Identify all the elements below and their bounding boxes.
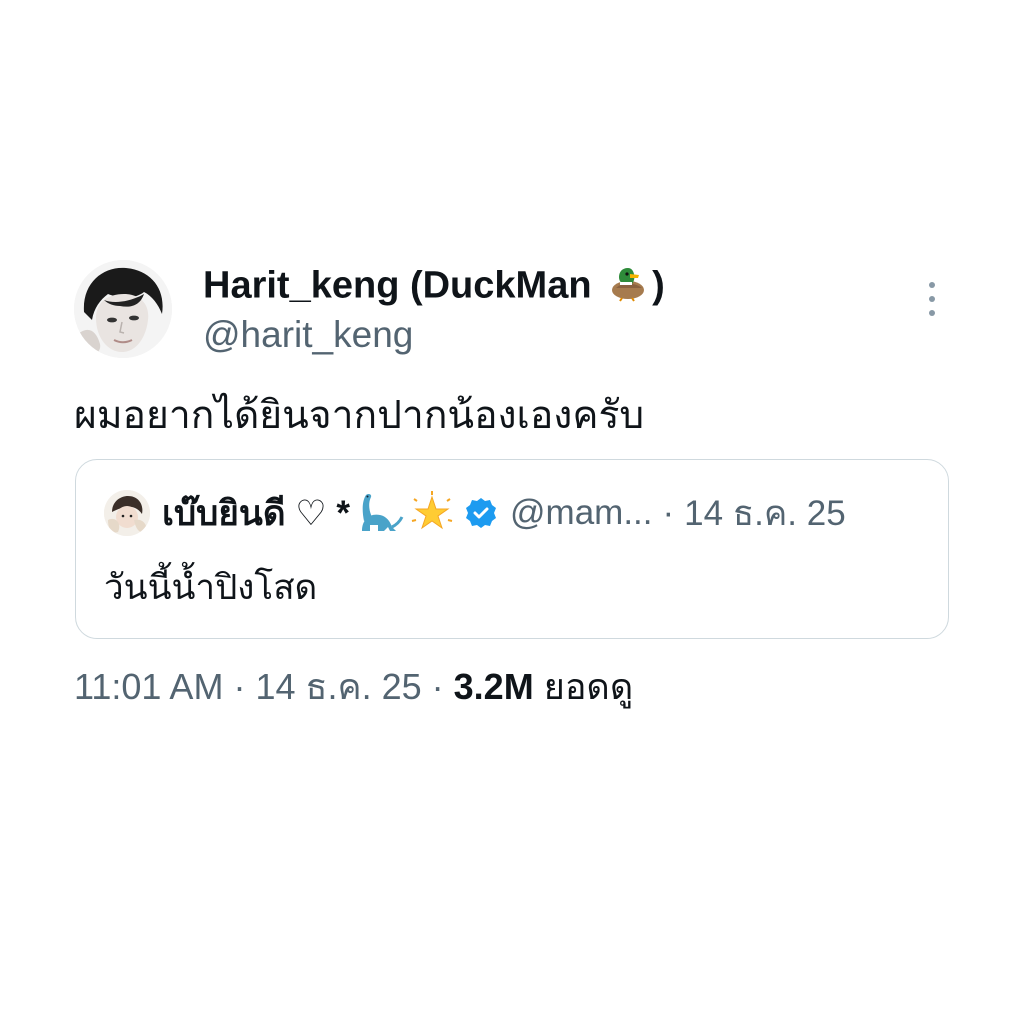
views-label: ยอดดู [543, 666, 634, 707]
quoted-text: วันนี้น้ำปิงโสด [104, 568, 318, 607]
duck-icon [608, 262, 648, 313]
tweet-meta: 11:01 AM · 14 ธ.ค. 25 · 3.2M ยอดดู [74, 664, 633, 710]
quoted-display-name[interactable]: เบ๊บยินดี ♡ * [162, 486, 350, 541]
glowing-star-icon [410, 491, 454, 535]
author-display-name[interactable]: Harit_keng (DuckMan ) [203, 262, 665, 313]
tweet-text: ผมอยากได้ยินจากปากน้องเองครับ [74, 394, 645, 437]
tweet-date[interactable]: 14 ธ.ค. 25 [255, 666, 421, 707]
quoted-author-avatar[interactable] [104, 490, 150, 536]
quoted-handle[interactable]: @mam... [510, 493, 652, 533]
author-avatar[interactable] [74, 260, 172, 358]
quoted-tweet[interactable]: เบ๊บยินดี ♡ * @mam... · 14 ธ.ค. 25 วันนี… [75, 459, 949, 639]
quoted-header: เบ๊บยินดี ♡ * @mam... · 14 ธ.ค. 25 [162, 488, 846, 538]
sauropod-icon [356, 491, 404, 535]
verified-badge-icon[interactable] [464, 496, 498, 530]
more-options-icon[interactable] [922, 282, 942, 316]
author-name-text: Harit_keng (DuckMan [203, 264, 592, 307]
tweet-time[interactable]: 11:01 AM [74, 666, 223, 707]
quoted-date[interactable]: 14 ธ.ค. 25 [684, 486, 846, 541]
separator-dot: · [662, 493, 675, 532]
tweet: Harit_keng (DuckMan ) @harit_keng ผมอยาก… [0, 0, 1024, 1024]
separator-dot: · [431, 666, 444, 707]
author-name-close: ) [652, 264, 665, 307]
views-count[interactable]: 3.2M [454, 666, 534, 707]
author-handle[interactable]: @harit_keng [203, 312, 413, 358]
separator-dot: · [233, 666, 246, 707]
